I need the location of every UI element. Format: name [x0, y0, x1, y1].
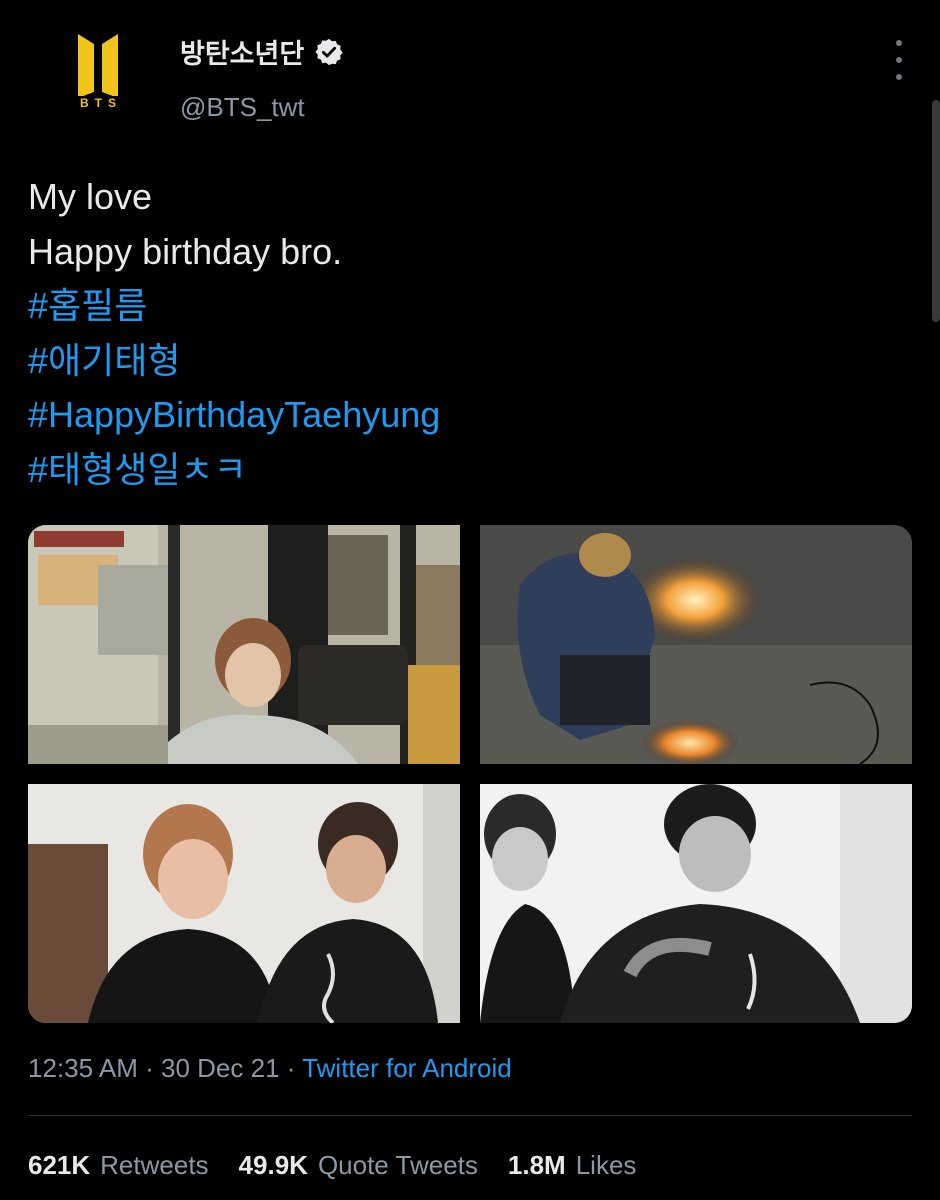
name-row: 방탄소년단	[180, 32, 344, 71]
tweet-photo-3[interactable]	[28, 784, 460, 1023]
photo-bw-pair	[480, 784, 912, 1023]
hashtag-link[interactable]: #태형생일ㅊㅋ	[28, 443, 908, 498]
media-grid	[28, 525, 912, 1023]
avatar[interactable]: BTS	[48, 32, 148, 132]
hashtag-link[interactable]: #홉필름	[28, 279, 908, 334]
scrollbar[interactable]	[932, 100, 940, 322]
hashtag-link[interactable]: #애기태형	[28, 334, 908, 389]
photo-fire-crouch	[480, 525, 912, 764]
tweet-photo-4[interactable]	[480, 784, 912, 1023]
hashtag-link[interactable]: #HappyBirthdayTaehyung	[28, 388, 908, 443]
divider	[28, 1115, 912, 1116]
quote-tweets-label: Quote Tweets	[317, 1150, 478, 1180]
display-name[interactable]: 방탄소년단	[180, 32, 304, 71]
retweets-label: Retweets	[100, 1150, 209, 1180]
meta-separator: ·	[145, 1053, 154, 1083]
photo-train-window	[28, 525, 460, 764]
retweets-count: 621K	[28, 1150, 91, 1180]
more-vertical-icon[interactable]	[894, 40, 904, 80]
tweet-time[interactable]: 12:35 AM	[28, 1053, 138, 1083]
tweet-date[interactable]: 30 Dec 21	[161, 1053, 280, 1083]
photo-laughing-pair	[28, 784, 460, 1023]
tweet-meta: 12:35 AM · 30 Dec 21 · Twitter for Andro…	[28, 1053, 512, 1084]
likes-label: Likes	[575, 1150, 637, 1180]
tweet-stats: 621K Retweets 49.9K Quote Tweets 1.8M Li…	[28, 1150, 636, 1181]
quote-tweets-count: 49.9K	[238, 1150, 308, 1180]
tweet-text: My love Happy birthday bro. #홉필름 #애기태형 #…	[28, 170, 908, 497]
tweet-header: BTS 방탄소년단 @BTS_twt	[28, 22, 912, 132]
bts-logo-icon	[78, 34, 118, 96]
tweet-photo-1[interactable]	[28, 525, 460, 764]
avatar-logo-text: BTS	[80, 96, 122, 110]
tweet-source-link[interactable]: Twitter for Android	[302, 1053, 512, 1083]
quote-tweets-stat[interactable]: 49.9K Quote Tweets	[239, 1150, 478, 1181]
retweets-stat[interactable]: 621K Retweets	[28, 1150, 209, 1181]
user-handle[interactable]: @BTS_twt	[180, 92, 305, 123]
tweet-photo-2[interactable]	[480, 525, 912, 764]
meta-separator: ·	[286, 1053, 296, 1083]
likes-stat[interactable]: 1.8M Likes	[508, 1150, 637, 1181]
likes-count: 1.8M	[507, 1150, 566, 1180]
verified-badge-icon	[315, 38, 343, 65]
tweet-text-line: My love	[28, 176, 153, 217]
tweet-text-line: Happy birthday bro.	[28, 230, 343, 272]
